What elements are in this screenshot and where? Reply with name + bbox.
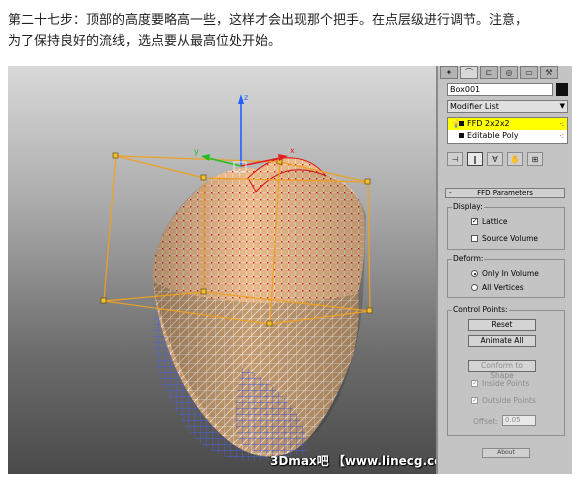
control-points-group-label: Control Points: xyxy=(452,305,509,314)
viewport-scene: z x y xyxy=(100,93,373,462)
instructions-text: 第二十七步：顶部的高度要略高一些，这样才会出现那个把手。在点层级进行调节。注意，… xyxy=(8,10,578,52)
ffd-parameters-rollout[interactable]: - FFD Parameters xyxy=(445,188,565,198)
lattice-checkbox[interactable]: ✓ Lattice xyxy=(471,217,507,226)
instruction-line-2: 为了保持良好的流线，选点要从最高位处开始。 xyxy=(8,34,282,49)
create-tab-icon[interactable]: ✦ xyxy=(440,66,458,79)
stack-toolbar: ⊣ ‖ ∀ ✋ ⊞ xyxy=(447,152,543,166)
offset-label: Offset: xyxy=(473,417,499,426)
instance-icon: ·: xyxy=(559,120,564,128)
checkbox-checked-icon: ✓ xyxy=(471,396,478,404)
checkbox-checked-icon: ✓ xyxy=(471,379,478,387)
animate-all-button[interactable]: Animate All xyxy=(468,335,536,347)
3d-viewport[interactable]: z x y 3Dmax吧 【www.linecg.com/tieba/1771】 xyxy=(8,66,436,474)
axis-z-label: z xyxy=(244,93,248,102)
pin-stack-icon[interactable]: ⊣ xyxy=(447,152,463,166)
outside-points-label: Outside Points xyxy=(482,396,536,405)
command-panel-tabs: ✦ ⌒ ⊏ ◎ ▭ ⚒ xyxy=(440,66,568,80)
instance-icon: ·: xyxy=(559,132,564,140)
offset-spinner[interactable]: 0.05 xyxy=(502,415,536,426)
modifier-stack: 💡 FFD 2x2x2 ·: Editable Poly ·: xyxy=(447,117,568,144)
remove-modifier-icon[interactable]: ✋ xyxy=(507,152,523,166)
only-in-volume-label: Only In Volume xyxy=(482,269,539,278)
lattice-label: Lattice xyxy=(482,217,508,226)
axis-x-label: x xyxy=(290,146,295,155)
stack-item-label: FFD 2x2x2 xyxy=(467,119,510,128)
collapse-icon: - xyxy=(449,189,452,197)
expand-icon[interactable] xyxy=(459,121,464,126)
display-group: Display: xyxy=(447,202,565,250)
object-name-field[interactable]: Box001 xyxy=(447,83,553,96)
stack-item-ffd[interactable]: 💡 FFD 2x2x2 ·: xyxy=(448,118,567,130)
source-volume-checkbox[interactable]: Source Volume xyxy=(471,234,538,243)
radio-empty-icon xyxy=(471,284,478,291)
motion-tab-icon[interactable]: ◎ xyxy=(500,66,518,79)
stack-item-label: Editable Poly xyxy=(467,131,519,140)
axis-y-label: y xyxy=(194,147,199,156)
radio-selected-icon xyxy=(471,270,478,277)
watermark-text: 3Dmax吧 【www.linecg.com/tieba/1771】 xyxy=(270,454,436,468)
modifier-list-label: Modifier List xyxy=(450,102,499,111)
show-end-result-icon[interactable]: ‖ xyxy=(467,152,483,166)
only-in-volume-radio[interactable]: Only In Volume xyxy=(471,269,539,278)
all-vertices-label: All Vertices xyxy=(482,283,524,292)
inside-points-checkbox[interactable]: ✓ Inside Points xyxy=(471,379,529,388)
checkbox-checked-icon: ✓ xyxy=(471,217,478,225)
rollout-title: FFD Parameters xyxy=(477,189,533,197)
command-panel: ✦ ⌒ ⊏ ◎ ▭ ⚒ Box001 Modifier List ▼ 💡 FFD … xyxy=(436,66,572,474)
checkbox-empty-icon xyxy=(471,235,478,242)
utilities-tab-icon[interactable]: ⚒ xyxy=(540,66,558,79)
object-color-swatch[interactable] xyxy=(556,83,568,96)
deform-group: Deform: xyxy=(447,254,565,298)
make-unique-icon[interactable]: ∀ xyxy=(487,152,503,166)
all-vertices-radio[interactable]: All Vertices xyxy=(471,283,524,292)
modifier-list-dropdown[interactable]: Modifier List ▼ xyxy=(447,100,568,113)
outside-points-checkbox[interactable]: ✓ Outside Points xyxy=(471,396,536,405)
stack-item-editable-poly[interactable]: Editable Poly ·: xyxy=(448,130,567,142)
display-group-label: Display: xyxy=(452,202,484,211)
display-tab-icon[interactable]: ▭ xyxy=(520,66,538,79)
modify-tab-icon[interactable]: ⌒ xyxy=(460,66,478,79)
expand-icon[interactable] xyxy=(459,133,464,138)
reset-button[interactable]: Reset xyxy=(468,319,536,331)
configure-sets-icon[interactable]: ⊞ xyxy=(527,152,543,166)
source-volume-label: Source Volume xyxy=(482,234,539,243)
inside-points-label: Inside Points xyxy=(482,379,530,388)
deform-group-label: Deform: xyxy=(452,254,485,263)
instruction-line-1: 第二十七步：顶部的高度要略高一些，这样才会出现那个把手。在点层级进行调节。注意， xyxy=(8,13,529,28)
chevron-down-icon: ▼ xyxy=(559,102,565,110)
hierarchy-tab-icon[interactable]: ⊏ xyxy=(480,66,498,79)
conform-to-shape-button[interactable]: Conform to Shape xyxy=(468,360,536,380)
about-button[interactable]: About xyxy=(482,448,530,458)
lightbulb-icon[interactable]: 💡 xyxy=(451,118,461,130)
